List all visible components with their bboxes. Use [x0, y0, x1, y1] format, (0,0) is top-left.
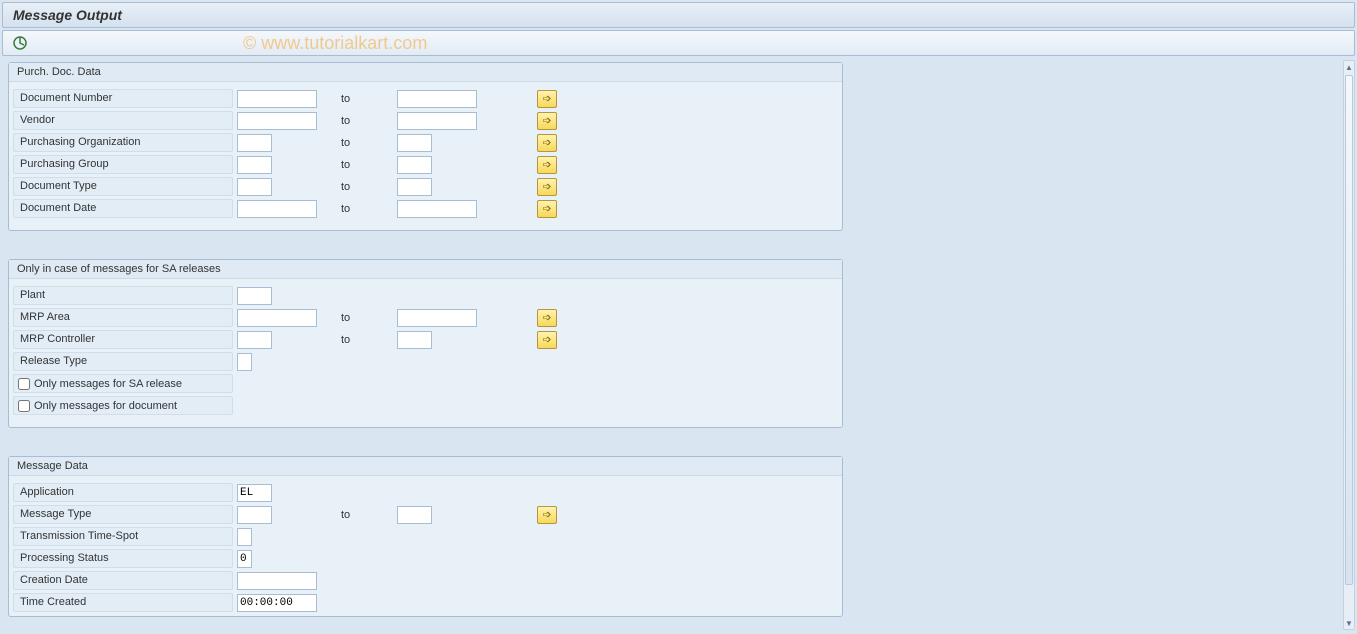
group-sa-releases: Only in case of messages for SA releases…	[8, 259, 843, 428]
execute-icon	[12, 35, 28, 51]
label-proc-status: Processing Status	[13, 549, 233, 568]
multi-select-purch-org[interactable]	[537, 134, 557, 152]
input-release-type[interactable]	[237, 353, 252, 371]
row-plant: Plant	[13, 285, 838, 306]
input-proc-status[interactable]	[237, 550, 252, 568]
multi-select-vendor[interactable]	[537, 112, 557, 130]
to-label: to	[337, 509, 397, 521]
input-msg-type-from[interactable]	[237, 506, 272, 524]
selection-screen: Purch. Doc. Data Document Number to Vend…	[2, 58, 1343, 632]
row-purch-grp: Purchasing Group to	[13, 154, 838, 175]
row-proc-status: Processing Status	[13, 548, 838, 569]
row-mrp-area: MRP Area to	[13, 307, 838, 328]
label-vendor: Vendor	[13, 111, 233, 130]
to-label: to	[337, 181, 397, 193]
row-trans-time: Transmission Time-Spot	[13, 526, 838, 547]
input-doc-date-from[interactable]	[237, 200, 317, 218]
label-purch-grp: Purchasing Group	[13, 155, 233, 174]
label-doc-number: Document Number	[13, 89, 233, 108]
app-toolbar: © www.tutorialkart.com	[2, 30, 1355, 56]
label-doc-date: Document Date	[13, 199, 233, 218]
input-doc-type-from[interactable]	[237, 178, 272, 196]
input-doc-number-to[interactable]	[397, 90, 477, 108]
scroll-up-button[interactable]: ▲	[1344, 61, 1354, 73]
label-plant: Plant	[13, 286, 233, 305]
input-mrp-area-to[interactable]	[397, 309, 477, 327]
row-purch-org: Purchasing Organization to	[13, 132, 838, 153]
input-time-created[interactable]	[237, 594, 317, 612]
vertical-scrollbar[interactable]: ▲ ▼	[1343, 60, 1355, 630]
label-mrp-ctrl: MRP Controller	[13, 330, 233, 349]
label-trans-time: Transmission Time-Spot	[13, 527, 233, 546]
to-label: to	[337, 312, 397, 324]
label-mrp-area: MRP Area	[13, 308, 233, 327]
to-label: to	[337, 159, 397, 171]
label-only-doc: Only messages for document	[34, 398, 177, 414]
input-doc-number-from[interactable]	[237, 90, 317, 108]
multi-select-doc-date[interactable]	[537, 200, 557, 218]
input-vendor-to[interactable]	[397, 112, 477, 130]
label-purch-org: Purchasing Organization	[13, 133, 233, 152]
input-mrp-ctrl-to[interactable]	[397, 331, 432, 349]
row-application: Application	[13, 482, 838, 503]
checkbox-only-doc[interactable]	[18, 400, 30, 412]
to-label: to	[337, 137, 397, 149]
input-mrp-area-from[interactable]	[237, 309, 317, 327]
to-label: to	[337, 334, 397, 346]
multi-select-purch-grp[interactable]	[537, 156, 557, 174]
group-title-purch: Purch. Doc. Data	[9, 63, 842, 82]
multi-select-doc-type[interactable]	[537, 178, 557, 196]
watermark-text: © www.tutorialkart.com	[243, 33, 427, 54]
input-creation-date[interactable]	[237, 572, 317, 590]
multi-select-mrp-ctrl[interactable]	[537, 331, 557, 349]
group-message-data: Message Data Application Message Type to…	[8, 456, 843, 617]
scroll-down-button[interactable]: ▼	[1344, 617, 1354, 629]
input-plant[interactable]	[237, 287, 272, 305]
input-doc-date-to[interactable]	[397, 200, 477, 218]
row-only-sa: Only messages for SA release	[13, 373, 838, 394]
row-doc-date: Document Date to	[13, 198, 838, 219]
input-purch-grp-from[interactable]	[237, 156, 272, 174]
row-only-doc: Only messages for document	[13, 395, 838, 416]
input-mrp-ctrl-from[interactable]	[237, 331, 272, 349]
execute-button[interactable]	[11, 34, 29, 52]
row-release-type: Release Type	[13, 351, 838, 372]
group-purch-doc-data: Purch. Doc. Data Document Number to Vend…	[8, 62, 843, 231]
row-msg-type: Message Type to	[13, 504, 838, 525]
input-vendor-from[interactable]	[237, 112, 317, 130]
label-only-sa: Only messages for SA release	[34, 376, 182, 392]
input-purch-grp-to[interactable]	[397, 156, 432, 174]
to-label: to	[337, 93, 397, 105]
input-msg-type-to[interactable]	[397, 506, 432, 524]
label-msg-type: Message Type	[13, 505, 233, 524]
checkbox-only-sa[interactable]	[18, 378, 30, 390]
label-time-created: Time Created	[13, 593, 233, 612]
input-application[interactable]	[237, 484, 272, 502]
label-application: Application	[13, 483, 233, 502]
scroll-thumb[interactable]	[1345, 75, 1353, 585]
input-doc-type-to[interactable]	[397, 178, 432, 196]
input-trans-time[interactable]	[237, 528, 252, 546]
to-label: to	[337, 115, 397, 127]
row-time-created: Time Created	[13, 592, 838, 613]
page-title: Message Output	[2, 2, 1355, 28]
row-creation-date: Creation Date	[13, 570, 838, 591]
row-mrp-ctrl: MRP Controller to	[13, 329, 838, 350]
multi-select-doc-number[interactable]	[537, 90, 557, 108]
to-label: to	[337, 203, 397, 215]
label-creation-date: Creation Date	[13, 571, 233, 590]
input-purch-org-to[interactable]	[397, 134, 432, 152]
multi-select-msg-type[interactable]	[537, 506, 557, 524]
row-doc-number: Document Number to	[13, 88, 838, 109]
label-doc-type: Document Type	[13, 177, 233, 196]
input-purch-org-from[interactable]	[237, 134, 272, 152]
group-title-sa: Only in case of messages for SA releases	[9, 260, 842, 279]
row-doc-type: Document Type to	[13, 176, 838, 197]
label-release-type: Release Type	[13, 352, 233, 371]
multi-select-mrp-area[interactable]	[537, 309, 557, 327]
group-title-msg: Message Data	[9, 457, 842, 476]
row-vendor: Vendor to	[13, 110, 838, 131]
